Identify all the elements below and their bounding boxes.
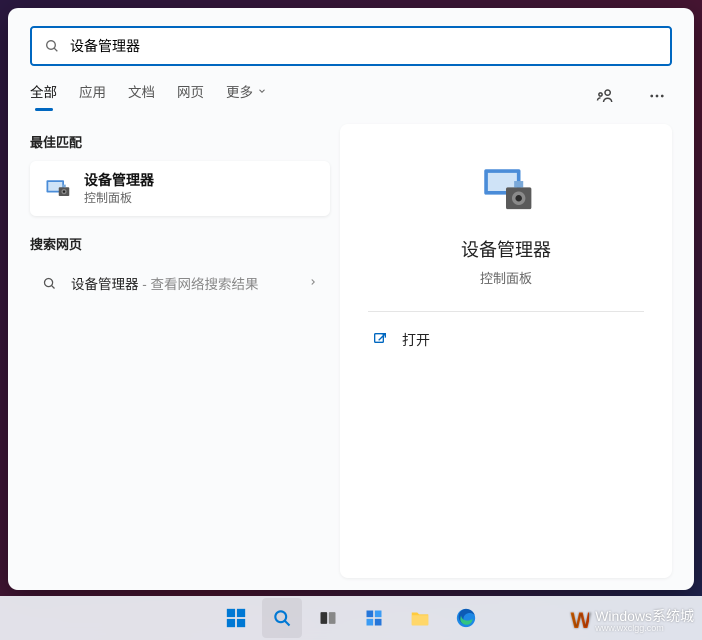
filter-tabs: 全部 应用 文档 网页 更多 — [30, 80, 672, 112]
edge-browser[interactable] — [446, 598, 486, 638]
tab-more[interactable]: 更多 — [226, 81, 267, 111]
result-title: 设备管理器 — [84, 171, 154, 189]
chevron-right-icon — [308, 276, 318, 290]
open-icon — [372, 331, 388, 350]
more-options-icon[interactable] — [642, 81, 672, 111]
web-search-result[interactable]: 设备管理器 - 查看网络搜索结果 — [30, 263, 330, 303]
tab-more-label: 更多 — [226, 81, 253, 101]
results-area: 最佳匹配 设备管理器 控制面板 搜索网页 设备管理器 - 查看网络搜索结果 — [8, 112, 694, 590]
search-panel: 全部 应用 文档 网页 更多 最佳匹配 设备管理器 控制面板 — [8, 8, 694, 590]
tab-all[interactable]: 全部 — [30, 81, 57, 111]
detail-actions: 打开 — [368, 320, 644, 360]
file-explorer[interactable] — [400, 598, 440, 638]
taskbar-search[interactable] — [262, 598, 302, 638]
search-icon — [42, 276, 57, 291]
tab-apps[interactable]: 应用 — [79, 81, 106, 111]
watermark-url: www.wxclgg.com — [595, 624, 694, 634]
results-list: 最佳匹配 设备管理器 控制面板 搜索网页 设备管理器 - 查看网络搜索结果 — [30, 124, 330, 578]
watermark-logo: W — [570, 609, 589, 633]
divider — [368, 311, 644, 312]
start-button[interactable] — [216, 598, 256, 638]
open-label: 打开 — [402, 330, 430, 350]
search-icon — [44, 38, 60, 54]
best-match-result[interactable]: 设备管理器 控制面板 — [30, 161, 330, 216]
open-action[interactable]: 打开 — [368, 320, 644, 360]
device-manager-icon-large — [477, 162, 535, 220]
detail-pane: 设备管理器 控制面板 打开 — [340, 124, 672, 578]
tab-web[interactable]: 网页 — [177, 81, 204, 111]
device-manager-icon — [42, 174, 72, 204]
account-icon[interactable] — [590, 81, 620, 111]
task-view[interactable] — [308, 598, 348, 638]
detail-subtitle: 控制面板 — [480, 268, 532, 287]
watermark: W Windows系统城 www.wxclgg.com — [570, 609, 694, 634]
web-result-text: 设备管理器 - 查看网络搜索结果 — [71, 273, 294, 293]
chevron-down-icon — [257, 86, 267, 96]
watermark-brand: Windows系统城 — [595, 608, 694, 624]
result-subtitle: 控制面板 — [84, 189, 154, 206]
tab-documents[interactable]: 文档 — [128, 81, 155, 111]
detail-title: 设备管理器 — [461, 236, 551, 262]
widgets-button[interactable] — [354, 598, 394, 638]
search-web-header: 搜索网页 — [30, 234, 330, 253]
best-match-header: 最佳匹配 — [30, 132, 330, 151]
search-bar[interactable] — [30, 26, 672, 66]
search-input[interactable] — [70, 38, 658, 54]
